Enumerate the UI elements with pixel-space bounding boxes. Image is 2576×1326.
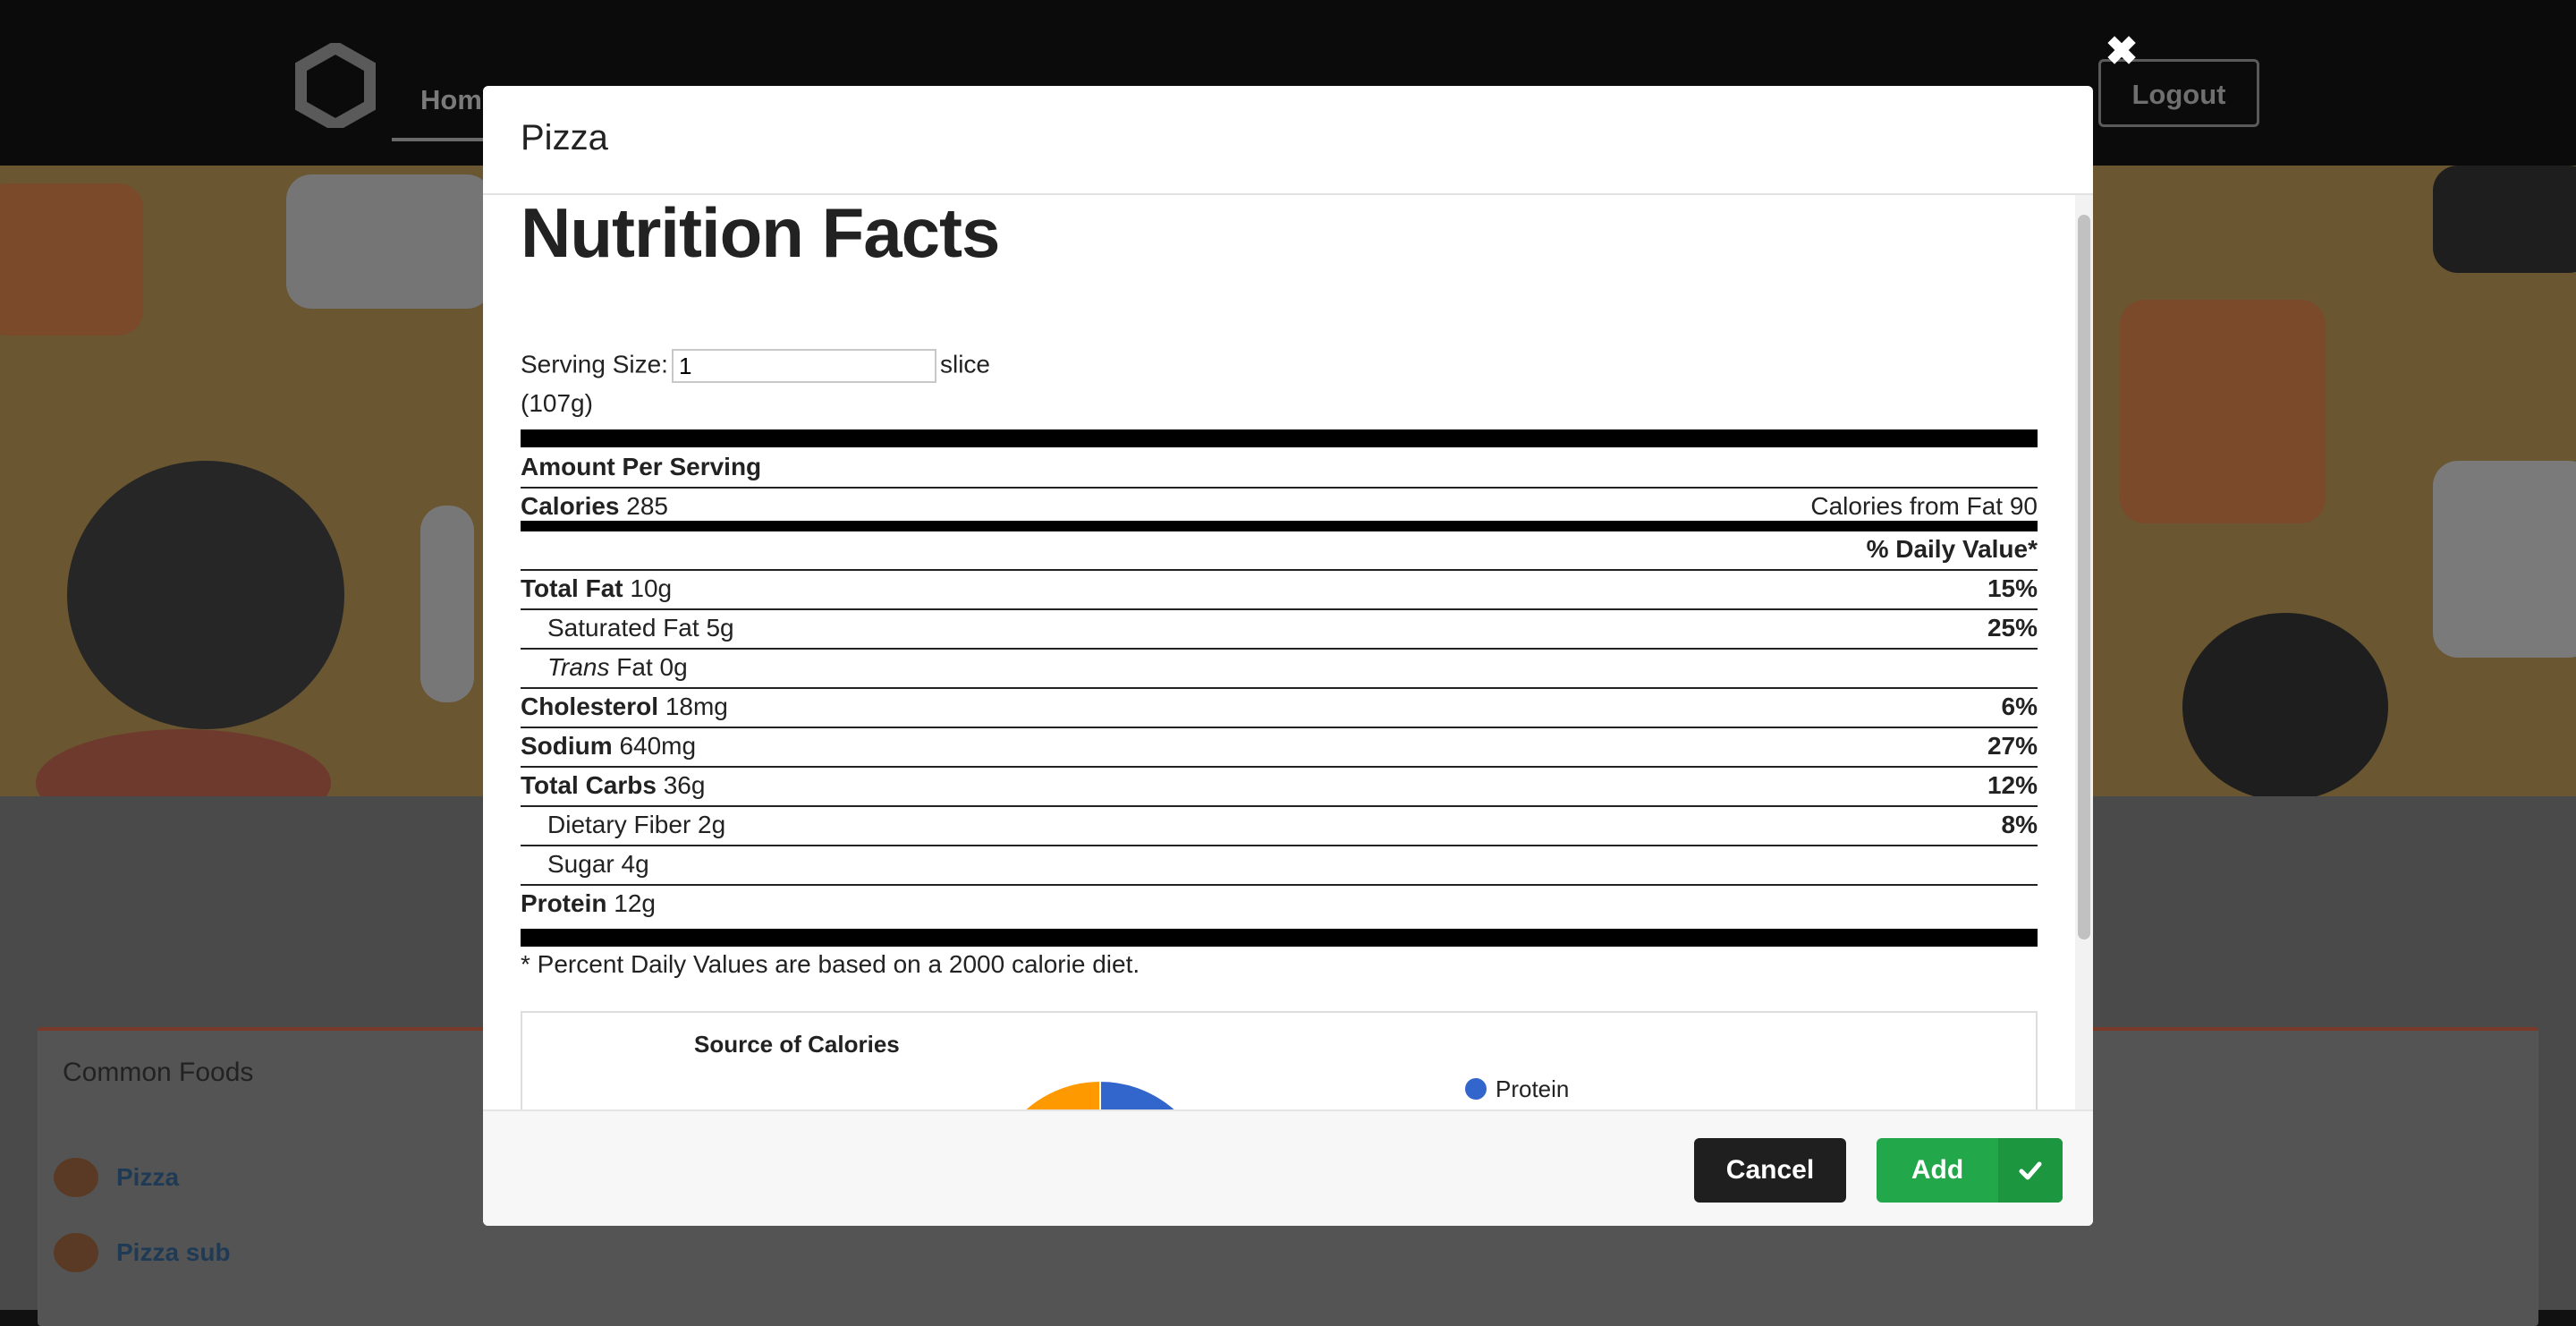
nutrient-row: Total Carbs 36g 12% [521,768,2038,807]
food-detail-modal: Pizza Nutrition Facts Serving Size: slice… [483,86,2093,1226]
nutrient-row: Cholesterol 18mg 6% [521,689,2038,728]
nutrient-name: Sodium [521,732,613,760]
nutrient-row: Protein 12g [521,886,2038,925]
add-button-label: Add [1911,1155,1964,1185]
serving-size-input[interactable] [671,349,936,383]
nutrient-daily-value: 12% [1987,771,2038,799]
nutrient-name: Total Carbs [521,771,657,799]
food-thumbnail [54,1158,98,1197]
thick-divider [521,429,2038,447]
amount-per-serving-row: Amount Per Serving [521,449,2038,489]
nutrient-row: Dietary Fiber 2g 8% [521,807,2038,846]
nutrition-facts-title: Nutrition Facts [521,195,1000,272]
nutrient-daily-value: 8% [2001,811,2038,838]
daily-value-header-row: % Daily Value* [521,531,2038,571]
serving-size-label: Serving Size: [521,350,668,378]
nutrient-amount: 12g [614,889,656,917]
nutrient-row: Saturated Fat 5g 25% [521,610,2038,650]
nutrient-amount: 10g [630,574,673,602]
food-item-label[interactable]: Pizza sub [116,1238,231,1267]
calories-from-fat: Calories from Fat 90 [1810,492,2038,520]
serving-weight: (107g) [521,389,593,417]
nutrient-daily-value: 15% [1987,574,2038,602]
pie-chart: 17%31.9% [987,1079,1199,1109]
cancel-button[interactable]: Cancel [1694,1138,1846,1203]
nutrient-amount: 4g [621,850,649,878]
pie-slice-protein[interactable] [1099,1079,1199,1109]
nutrient-name-italic: Trans [547,653,610,681]
modal-footer: Cancel Add [483,1109,2093,1226]
modal-header: Pizza [483,86,2093,195]
daily-value-footnote: * Percent Daily Values are based on a 20… [521,950,1140,978]
common-food-item[interactable]: Pizza sub [54,1233,231,1272]
nutrient-name: Dietary Fiber [547,811,691,838]
modal-title: Pizza [521,118,608,157]
nutrient-name: Saturated Fat [547,614,699,642]
legend-swatch [1465,1078,1487,1100]
daily-value-header: % Daily Value* [1866,535,2038,563]
nutrient-row: Sodium 640mg 27% [521,728,2038,768]
nutrient-row: Trans Fat 0g [521,650,2038,689]
nutrient-amount: 640mg [619,732,697,760]
calorie-source-chart: Source of Calories 17%31.9% ProteinCarbs… [521,1011,2038,1109]
calories-value: 285 [626,492,668,520]
serving-unit: slice [939,350,990,378]
nutrient-amount: 2g [698,811,726,838]
nutrient-name: Protein [521,889,607,917]
nutrient-name: Cholesterol [521,693,659,720]
nutrient-daily-value: 6% [2001,693,2038,720]
chart-legend: ProteinCarbsFat [1465,1070,1569,1109]
nutrient-amount: 5g [706,614,734,642]
app-logo [295,43,376,128]
modal-scrollbar-thumb[interactable] [2078,215,2090,939]
legend-label: Protein [1496,1075,1570,1102]
nutrient-row: Sugar 4g [521,846,2038,886]
nutrient-name: Total Fat [521,574,623,602]
nutrient-daily-value: 27% [1987,732,2038,760]
amount-per-serving-label: Amount Per Serving [521,453,762,480]
pie-slice-fat[interactable] [987,1079,1101,1109]
nutrient-amount: 36g [663,771,706,799]
legend-item-protein[interactable]: Protein [1465,1070,1569,1108]
food-item-label[interactable]: Pizza [116,1163,179,1192]
common-food-item[interactable]: Pizza [54,1158,179,1197]
modal-body: Nutrition Facts Serving Size: slice (107g… [483,195,2093,1109]
nutrient-name: Fat [616,653,653,681]
nutrient-row: Total Fat 10g 15% [521,571,2038,610]
nutrient-name: Sugar [547,850,614,878]
calories-label: Calories [521,492,620,520]
thick-divider [521,929,2038,947]
add-button[interactable]: Add [1877,1138,2063,1203]
serving-size: Serving Size: slice [521,349,990,383]
nutrient-amount: 0g [659,653,688,681]
food-thumbnail [54,1233,98,1272]
nutrient-amount: 18mg [665,693,728,720]
chart-title: Source of Calories [694,1031,900,1058]
nutrient-daily-value: 25% [1987,614,2038,642]
common-foods-title: Common Foods [63,1058,254,1087]
close-icon[interactable]: ✖ [2104,32,2140,72]
medium-divider [521,521,2038,531]
check-icon [1998,1138,2063,1203]
